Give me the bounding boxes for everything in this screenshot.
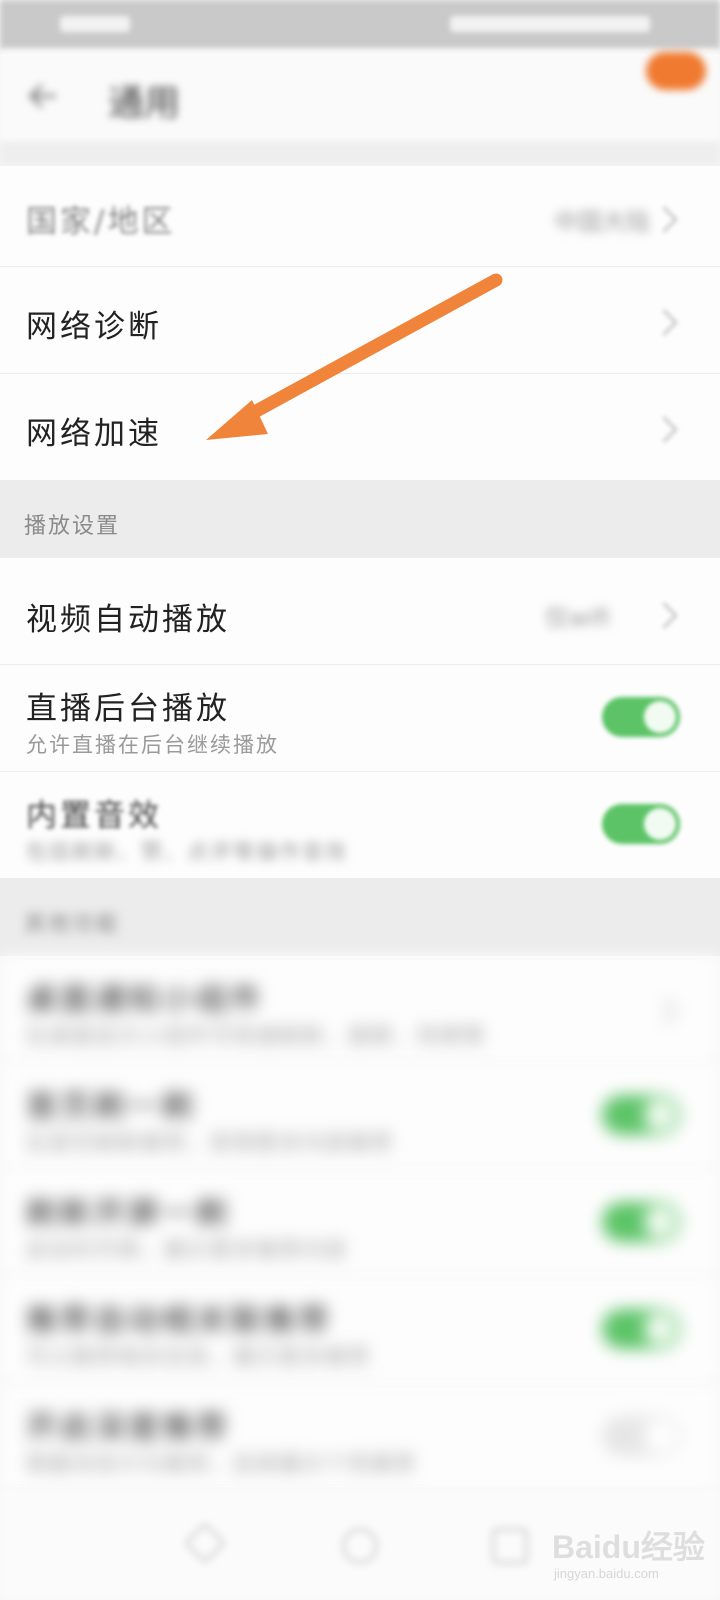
annotation-arrow-icon bbox=[206, 273, 503, 440]
watermark-main-text: Baidu经验 bbox=[552, 1529, 705, 1565]
baidu-watermark: Baidu经验 jingyan.baidu.com bbox=[552, 1520, 712, 1590]
watermark-sub-text: jingyan.baidu.com bbox=[554, 1566, 659, 1581]
